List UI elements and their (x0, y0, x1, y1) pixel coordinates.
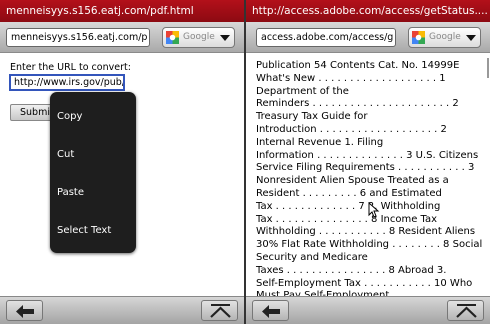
address-field[interactable]: access.adobe.com/access/g (256, 28, 396, 47)
address-field[interactable]: menneisyys.s156.eatj.com/p (6, 28, 150, 47)
bottom-toolbar (246, 296, 490, 324)
page-title: http://access.adobe.com/access/getStatus… (246, 0, 490, 22)
document-line: Publication 54 Contents Cat. No. 14999E (256, 60, 460, 71)
back-button[interactable] (252, 300, 289, 321)
scrollbar-thumb[interactable] (487, 58, 489, 78)
submit-button[interactable]: Submit (10, 104, 54, 121)
page-title: menneisyys.s156.eatj.com/pdf.html (0, 0, 244, 22)
scroll-top-button[interactable] (201, 300, 238, 321)
search-engine-label: Google (429, 32, 461, 42)
scroll-top-icon (456, 304, 477, 318)
back-arrow-icon (16, 305, 34, 318)
google-icon (412, 31, 425, 44)
document-text: Publication 54 Contents Cat. No. 14999E W… (256, 60, 488, 316)
scroll-top-button[interactable] (447, 300, 484, 321)
address-toolbar: menneisyys.s156.eatj.com/p Google (0, 22, 244, 53)
context-menu: Copy Cut Paste Select Text (50, 92, 136, 253)
right-browser-pane: http://access.adobe.com/access/getStatus… (246, 0, 490, 324)
search-engine-label: Google (183, 32, 215, 42)
document-line: Security and Medicare (256, 251, 368, 263)
url-prompt-label: Enter the URL to convert: (10, 62, 131, 73)
document-line: 30% Flat Rate Withholding . . . . . . . … (256, 239, 483, 251)
document-line: Reminders . . . . . . . . . . . . . . . … (256, 98, 459, 110)
url-input[interactable]: http://www.irs.gov/pub/ (9, 74, 125, 91)
document-line: Taxes . . . . . . . . . . . . . . . . 8 … (256, 264, 447, 276)
document-line: Withholding . . . . . . . . . . . 8 Resi… (256, 226, 476, 238)
document-line: Information . . . . . . . . . . . . . . … (256, 149, 479, 161)
document-line: Self-Employment Tax . . . . . . . . . . … (256, 277, 473, 289)
document-line: Nonresident Alien Spouse Treated as a (256, 175, 449, 187)
address-toolbar: access.adobe.com/access/g Google (246, 22, 490, 53)
google-icon (166, 31, 179, 44)
search-engine-selector[interactable]: Google (408, 27, 481, 48)
mouse-cursor-icon (368, 202, 380, 218)
dropdown-arrow-icon (466, 35, 476, 41)
back-arrow-icon (262, 305, 280, 318)
menu-item-cut[interactable]: Cut (57, 149, 74, 160)
back-button[interactable] (6, 300, 43, 321)
bottom-toolbar (0, 296, 244, 324)
menu-item-select-text[interactable]: Select Text (57, 225, 111, 236)
document-line: Department of the (256, 85, 349, 97)
document-line: Treasury Tax Guide for (256, 111, 368, 123)
left-browser-pane: menneisyys.s156.eatj.com/pdf.html mennei… (0, 0, 244, 324)
menu-item-copy[interactable]: Copy (57, 111, 82, 122)
menu-item-paste[interactable]: Paste (57, 187, 84, 198)
document-line: Resident . . . . . . . . . 6 and Estimat… (256, 187, 442, 199)
search-engine-selector[interactable]: Google (162, 27, 235, 48)
document-line: Service Filing Requirements . . . . . . … (256, 162, 475, 174)
document-line: Internal Revenue 1. Filing (256, 136, 384, 148)
document-line: What's New . . . . . . . . . . . . . . .… (256, 72, 446, 84)
document-line: Introduction . . . . . . . . . . . . . .… (256, 123, 447, 135)
scroll-top-icon (210, 304, 231, 318)
dropdown-arrow-icon (220, 35, 230, 41)
